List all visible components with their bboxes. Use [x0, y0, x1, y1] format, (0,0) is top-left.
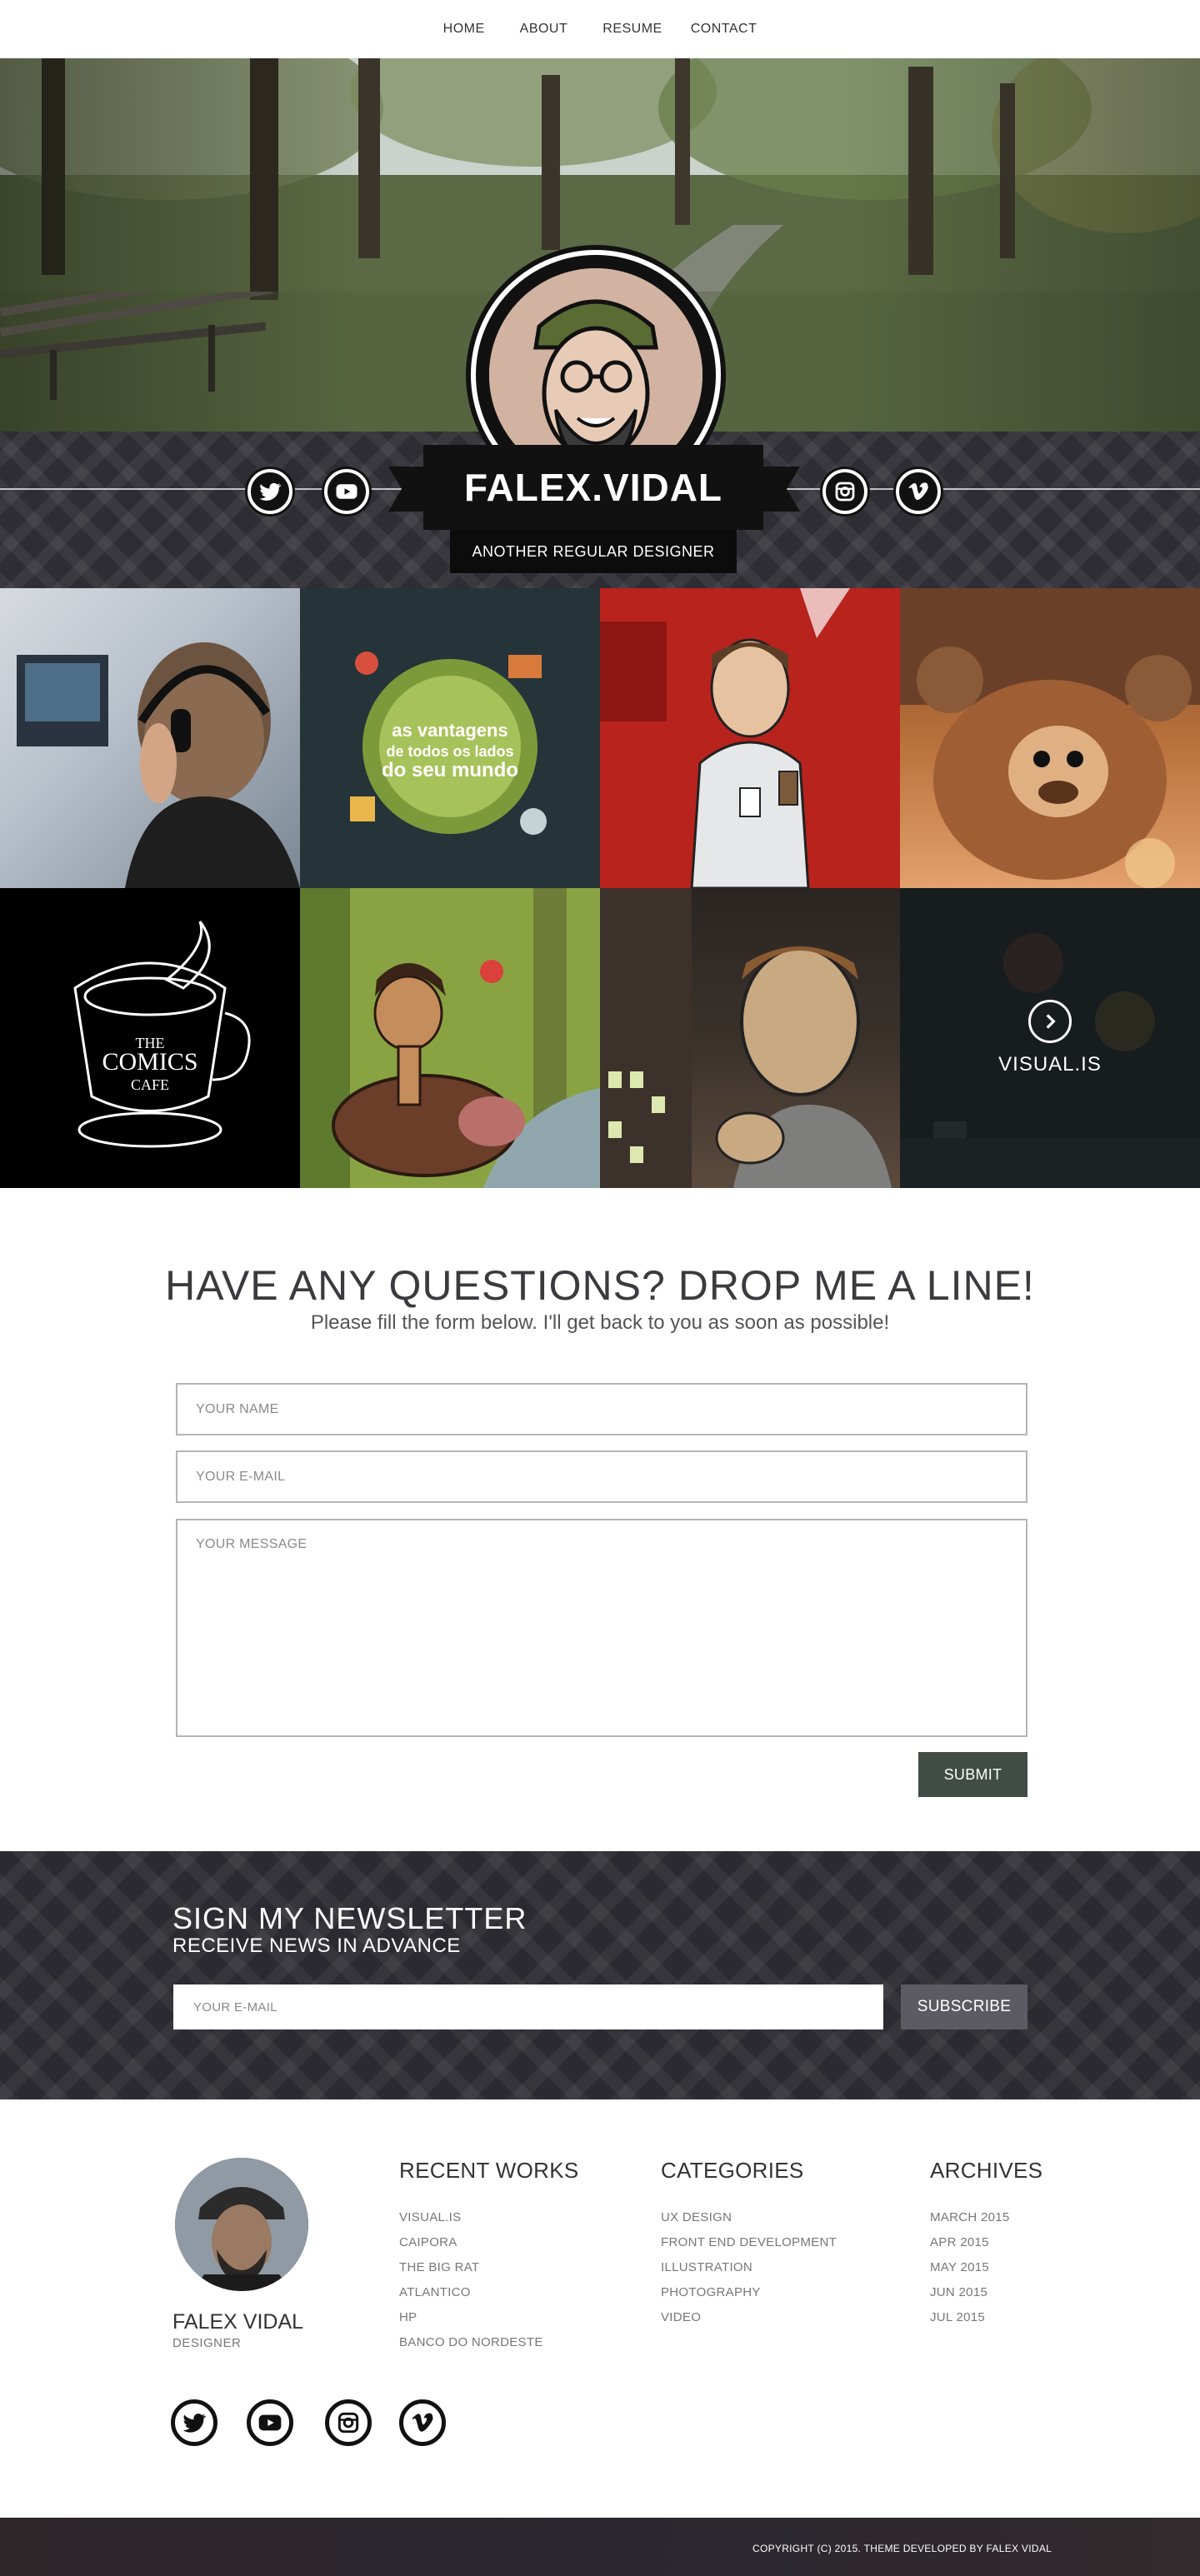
recent-work-link[interactable]: HP — [399, 2305, 578, 2330]
recent-work-link[interactable]: THE BIG RAT — [399, 2255, 578, 2280]
svg-text:COMICS: COMICS — [102, 1048, 198, 1076]
hero-youtube-button[interactable] — [324, 469, 369, 514]
email-field[interactable]: YOUR E-MAIL — [176, 1450, 1028, 1503]
footer-name: FALEX VIDAL — [172, 2310, 304, 2334]
portfolio-grid: as vantagens de todos os lados do seu mu… — [0, 588, 1200, 1188]
categories-column: CATEGORIES UX DESIGN FRONT END DEVELOPME… — [661, 2158, 837, 2330]
svg-text:de todos os lados: de todos os lados — [386, 743, 513, 760]
contact-subtitle: Please fill the form below. I'll get bac… — [310, 1311, 890, 1334]
newsletter-title: SIGN MY NEWSLETTER — [172, 1901, 528, 1935]
site-title-banner: FALEX.VIDAL — [423, 445, 763, 530]
visual-is-overlay: VISUAL.IS — [900, 888, 1200, 1188]
portfolio-tile-illustration-gorilla[interactable] — [900, 588, 1200, 888]
newsletter-section: SIGN MY NEWSLETTER RECEIVE NEWS IN ADVAN… — [0, 1851, 1200, 2099]
portfolio-tile-photo-headphones[interactable] — [0, 588, 300, 888]
portfolio-tile-visual-is[interactable]: VISUAL.IS — [900, 888, 1200, 1188]
instagram-icon — [835, 482, 855, 502]
archive-link[interactable]: MAY 2015 — [930, 2255, 1042, 2280]
illustration-man-badge-icon — [600, 588, 900, 888]
category-link[interactable]: UX DESIGN — [661, 2205, 837, 2230]
contact-title: HAVE ANY QUESTIONS? DROP ME A LINE! — [165, 1262, 1035, 1309]
photo-headphones-icon — [17, 642, 300, 888]
footer-portrait-icon — [175, 2158, 308, 2291]
category-link[interactable]: VIDEO — [661, 2305, 837, 2330]
category-link[interactable]: ILLUSTRATION — [661, 2255, 837, 2280]
newsletter-subtitle: RECEIVE NEWS IN ADVANCE — [172, 1934, 461, 1957]
nav-home[interactable]: HOME — [443, 22, 485, 37]
portfolio-tile-illustration-man-window[interactable] — [600, 888, 900, 1188]
message-field-placeholder: YOUR MESSAGE — [196, 1537, 308, 1551]
nav-contact[interactable]: CONTACT — [691, 22, 758, 37]
hero-instagram-button[interactable] — [822, 469, 868, 514]
archive-link[interactable]: MARCH 2015 — [930, 2205, 1042, 2230]
instagram-icon — [338, 2412, 359, 2434]
site-title: FALEX.VIDAL — [463, 466, 723, 509]
portfolio-tile-illustration-man-badge[interactable] — [600, 588, 900, 888]
footer: FALEX VIDAL DESIGNER RECENT WORKS VISUAL… — [0, 2099, 1200, 2518]
footer-role: DESIGNER — [172, 2336, 242, 2350]
illustration-world-icon: as vantagens de todos os lados do seu mu… — [350, 651, 547, 835]
name-field-placeholder: YOUR NAME — [196, 1401, 279, 1416]
chevron-right-circle-icon — [1028, 1000, 1072, 1043]
vimeo-icon — [908, 482, 928, 500]
subscribe-button[interactable]: SUBSCRIBE — [901, 1984, 1028, 2029]
tagline-text: ANOTHER REGULAR DESIGNER — [472, 542, 715, 560]
recent-works-column: RECENT WORKS VISUAL.IS CAIPORA THE BIG R… — [399, 2158, 578, 2355]
visual-is-label: VISUAL.IS — [998, 1053, 1102, 1076]
archive-link[interactable]: APR 2015 — [930, 2230, 1042, 2255]
hero-vimeo-button[interactable] — [896, 469, 941, 514]
contact-section: HAVE ANY QUESTIONS? DROP ME A LINE! Plea… — [0, 1188, 1200, 1851]
archives-column: ARCHIVES MARCH 2015 APR 2015 MAY 2015 JU… — [930, 2158, 1042, 2330]
newsletter-email-placeholder: YOUR E-MAIL — [193, 1999, 278, 2014]
archives-title: ARCHIVES — [930, 2158, 1043, 2183]
footer-youtube-button[interactable] — [247, 2399, 293, 2446]
recent-work-link[interactable]: ATLANTICO — [399, 2280, 578, 2305]
portfolio-tile-comics-cafe[interactable]: THE COMICS CAFE — [0, 888, 300, 1188]
hero-twitter-button[interactable] — [248, 469, 292, 514]
world-illustration-lettering: as vantagens — [392, 720, 508, 741]
submit-button[interactable]: SUBMIT — [918, 1752, 1028, 1797]
youtube-icon — [258, 2414, 282, 2431]
twitter-icon — [259, 482, 282, 501]
comics-cafe-logo-icon: THE COMICS CAFE — [73, 921, 251, 1148]
archive-link[interactable]: JUL 2015 — [930, 2305, 1042, 2330]
top-navigation: HOME ABOUT RESUME CONTACT — [0, 0, 1200, 58]
illustration-boy-boar-icon — [300, 888, 600, 1188]
portfolio-tile-illustration-boy-boar[interactable] — [300, 888, 600, 1188]
newsletter-email-input[interactable]: YOUR E-MAIL — [173, 1984, 883, 2029]
footer-avatar — [175, 2158, 308, 2291]
recent-work-link[interactable]: CAIPORA — [399, 2230, 578, 2255]
copyright-text: COPYRIGHT (C) 2015. THEME DEVELOPED BY F… — [752, 2543, 1052, 2554]
twitter-icon — [182, 2414, 207, 2433]
youtube-icon — [336, 484, 358, 499]
bench-image — [0, 292, 273, 400]
footer-instagram-button[interactable] — [325, 2399, 372, 2446]
recent-works-title: RECENT WORKS — [399, 2158, 579, 2183]
nav-about[interactable]: ABOUT — [520, 22, 568, 37]
email-field-placeholder: YOUR E-MAIL — [196, 1469, 286, 1484]
categories-title: CATEGORIES — [661, 2158, 804, 2183]
svg-text:do seu mundo: do seu mundo — [382, 759, 518, 781]
vimeo-icon — [412, 2413, 433, 2432]
tagline-box: ANOTHER REGULAR DESIGNER — [450, 530, 737, 573]
name-field[interactable]: YOUR NAME — [176, 1383, 1028, 1435]
category-link[interactable]: FRONT END DEVELOPMENT — [661, 2230, 837, 2255]
recent-work-link[interactable]: VISUAL.IS — [399, 2205, 578, 2230]
archive-link[interactable]: JUN 2015 — [930, 2280, 1042, 2305]
footer-vimeo-button[interactable] — [399, 2399, 446, 2446]
illustration-man-window-icon — [600, 888, 892, 1188]
nav-resume[interactable]: RESUME — [602, 22, 662, 37]
illustration-gorilla-icon — [900, 588, 1200, 888]
svg-text:CAFE: CAFE — [131, 1076, 169, 1093]
footer-twitter-button[interactable] — [171, 2399, 218, 2446]
portfolio-tile-illustration-world[interactable]: as vantagens de todos os lados do seu mu… — [300, 588, 600, 888]
message-field[interactable]: YOUR MESSAGE — [176, 1519, 1028, 1737]
recent-work-link[interactable]: BANCO DO NORDESTE — [399, 2330, 578, 2355]
category-link[interactable]: PHOTOGRAPHY — [661, 2280, 837, 2305]
copyright-bar: COPYRIGHT (C) 2015. THEME DEVELOPED BY F… — [0, 2518, 1200, 2576]
